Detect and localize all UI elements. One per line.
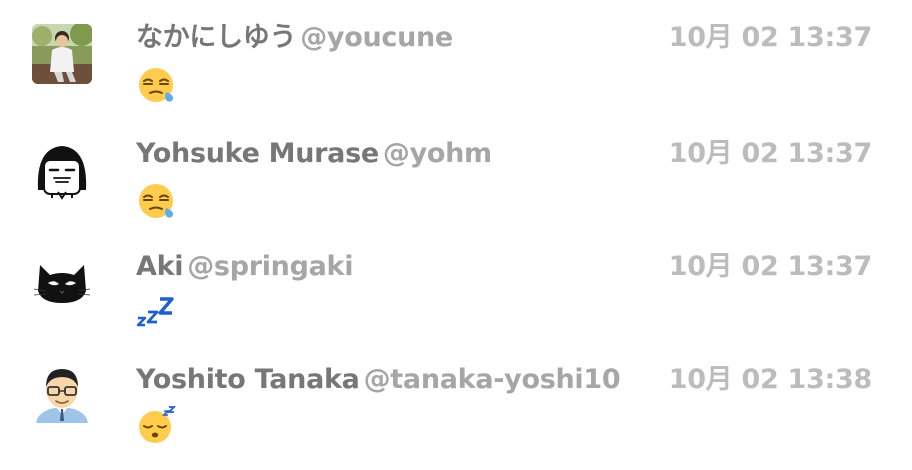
message-timestamp[interactable]: 10月 02 13:37: [669, 247, 873, 287]
message-item: Yohsuke Murase @yohm 10月 02 13:37: [0, 114, 912, 224]
photo-avatar-icon[interactable]: [32, 24, 92, 84]
user-display-name[interactable]: なかにしゆう: [136, 22, 297, 53]
user-display-name[interactable]: Aki: [136, 251, 184, 282]
message-header: なかにしゆう @youcune: [136, 18, 453, 58]
user-handle[interactable]: @yohm: [383, 138, 492, 169]
black-cat-avatar-icon[interactable]: [32, 251, 92, 311]
user-display-name[interactable]: Yoshito Tanaka: [136, 364, 360, 395]
message-item: Aki @springaki 10月 02 13:37: [0, 227, 912, 337]
user-handle[interactable]: @youcune: [300, 22, 453, 53]
message-feed: なかにしゆう @youcune 10月 02 13:37 Yohsuke Mur…: [0, 0, 912, 470]
user-handle[interactable]: @tanaka-yoshi10: [364, 364, 621, 395]
drawn-face-avatar-icon[interactable]: [32, 140, 92, 200]
sleepy-face-emoji-icon: [136, 180, 178, 222]
glasses-man-avatar-icon[interactable]: [32, 363, 92, 423]
message-header: Aki @springaki: [136, 247, 353, 287]
message-item: Yoshito Tanaka @tanaka-yoshi10 10月 02 13:…: [0, 340, 912, 450]
message-header: Yoshito Tanaka @tanaka-yoshi10: [136, 360, 621, 400]
sleepy-face-emoji-icon: [136, 64, 178, 106]
sleeping-face-emoji-icon: [136, 404, 178, 446]
user-display-name[interactable]: Yohsuke Murase: [136, 138, 379, 169]
message-item: なかにしゆう @youcune 10月 02 13:37: [0, 0, 912, 110]
message-timestamp[interactable]: 10月 02 13:38: [669, 360, 873, 400]
message-header: Yohsuke Murase @yohm: [136, 134, 492, 174]
message-timestamp[interactable]: 10月 02 13:37: [669, 18, 873, 58]
message-timestamp[interactable]: 10月 02 13:37: [669, 134, 873, 174]
zzz-emoji-icon: [136, 291, 178, 333]
user-handle[interactable]: @springaki: [187, 251, 353, 282]
